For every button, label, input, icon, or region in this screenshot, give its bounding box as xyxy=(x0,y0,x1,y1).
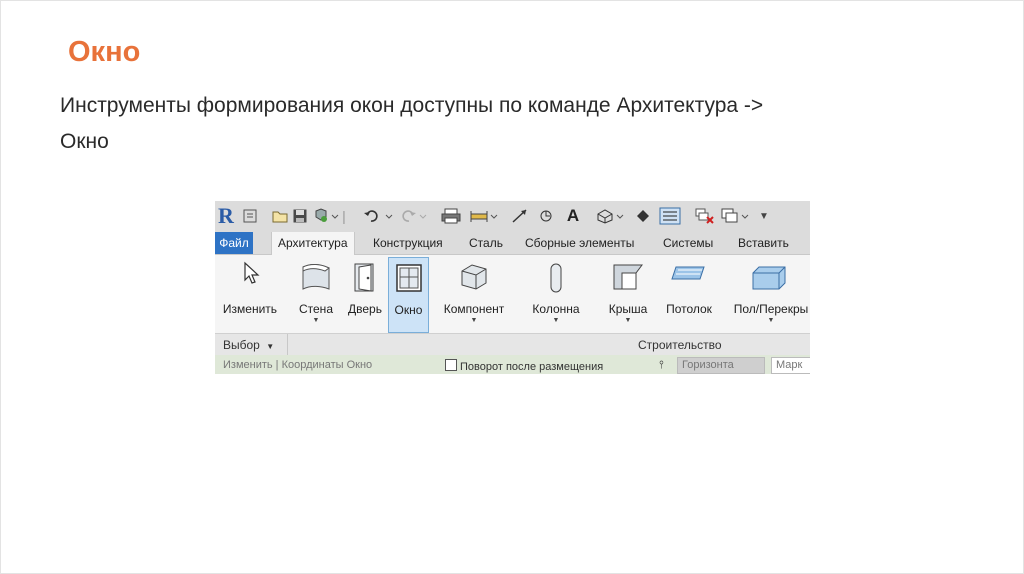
wall-label: Стена xyxy=(298,302,333,316)
tag-value: Марк xyxy=(776,359,803,371)
ceiling-label: Потолок xyxy=(666,302,712,316)
undo-icon[interactable] xyxy=(363,206,393,226)
column-icon xyxy=(550,263,562,293)
rotate-after-placement[interactable]: Поворот после размещения xyxy=(445,359,603,373)
roof-label: Крыша xyxy=(608,302,648,316)
door-icon xyxy=(354,263,374,292)
slide-body: Инструменты формирования окон доступны п… xyxy=(60,88,960,160)
door-button[interactable]: Дверь xyxy=(343,257,387,329)
group-build: Строительство xyxy=(638,338,722,352)
column-button[interactable]: Колонна ▼ xyxy=(523,257,589,329)
rotate-checkbox[interactable] xyxy=(445,359,457,371)
tag-icon[interactable] xyxy=(537,206,555,226)
tab-steel[interactable]: Сталь xyxy=(463,232,509,254)
orientation-dropdown[interactable]: Горизонта xyxy=(677,357,765,374)
measure-icon[interactable] xyxy=(469,206,499,226)
tab-file[interactable]: Файл xyxy=(215,232,253,254)
floor-dropdown-icon[interactable]: ▼ xyxy=(768,317,775,324)
group-select[interactable]: Выбор ▼ xyxy=(223,334,274,356)
orientation-value: Горизонта xyxy=(682,359,734,371)
tab-precast[interactable]: Сборные элементы xyxy=(519,232,640,254)
floor-button[interactable]: Пол/Перекры ▼ xyxy=(729,257,810,329)
section-icon[interactable] xyxy=(635,206,651,226)
tab-architecture[interactable]: Архитектура xyxy=(271,232,355,255)
column-label: Колонна xyxy=(532,302,580,316)
toolbar-separator: | xyxy=(342,208,346,224)
column-dropdown-icon[interactable]: ▼ xyxy=(553,317,560,324)
revit-ribbon-screenshot: R | A ▼ Файл Архитектура Конструкция Ста… xyxy=(215,201,810,374)
tag-dropdown[interactable]: Марк xyxy=(771,357,810,374)
customize-toolbar-icon[interactable]: ▼ xyxy=(757,206,771,226)
chevron-down-icon: ▼ xyxy=(266,342,275,351)
cursor-icon xyxy=(244,261,260,284)
floor-icon xyxy=(752,266,786,290)
3d-view-icon[interactable] xyxy=(595,206,627,226)
component-icon xyxy=(461,264,487,290)
ribbon-group-labels: Выбор ▼ Строительство xyxy=(215,333,810,356)
open-folder-icon[interactable] xyxy=(271,206,289,226)
options-bar: Изменить | Координаты Окно Поворот после… xyxy=(215,355,810,374)
quick-access-toolbar: R | A ▼ xyxy=(215,201,810,232)
wall-button[interactable]: Стена ▼ xyxy=(293,257,339,329)
slide-title: Окно xyxy=(68,36,141,68)
roof-button[interactable]: Крыша ▼ xyxy=(601,257,655,329)
thin-lines-icon[interactable] xyxy=(659,206,681,226)
close-hidden-icon[interactable] xyxy=(695,206,715,226)
text-icon[interactable]: A xyxy=(565,206,581,226)
rotate-checkbox-label: Поворот после размещения xyxy=(460,361,604,373)
body-line-1: Инструменты формирования окон доступны п… xyxy=(60,94,764,117)
print-icon[interactable] xyxy=(441,206,461,226)
door-label: Дверь xyxy=(348,302,382,316)
ceiling-button[interactable]: Потолок xyxy=(659,257,719,329)
component-button[interactable]: Компонент ▼ xyxy=(437,257,511,329)
roof-icon xyxy=(613,264,643,290)
component-dropdown-icon[interactable]: ▼ xyxy=(471,317,478,324)
window-label: Окно xyxy=(394,303,423,317)
ceiling-icon xyxy=(671,266,705,280)
tag-settings-icon[interactable]: ⫯ xyxy=(659,359,664,372)
body-line-2: Окно xyxy=(60,130,109,153)
sync-icon[interactable] xyxy=(313,206,339,226)
tab-insert[interactable]: Вставить xyxy=(732,232,795,254)
aligned-dimension-icon[interactable] xyxy=(511,206,529,226)
component-label: Компонент xyxy=(443,302,505,316)
roof-dropdown-icon[interactable]: ▼ xyxy=(625,317,632,324)
save-icon[interactable] xyxy=(291,206,309,226)
options-context-label: Изменить | Координаты Окно xyxy=(223,359,373,371)
tab-systems[interactable]: Системы xyxy=(657,232,719,254)
modify-label: Изменить xyxy=(222,302,278,316)
group-select-label: Выбор xyxy=(223,338,260,352)
app-logo[interactable]: R xyxy=(218,204,236,228)
ribbon-tabs: Файл Архитектура Конструкция Сталь Сборн… xyxy=(215,232,810,255)
ribbon-panel: Изменить Стена ▼ Дверь Окно Компонент ▼ … xyxy=(215,255,810,333)
tab-structure[interactable]: Конструкция xyxy=(367,232,449,254)
switch-windows-icon[interactable] xyxy=(721,206,753,226)
floor-label: Пол/Перекры xyxy=(733,302,809,316)
modify-button[interactable]: Изменить xyxy=(217,257,283,329)
project-icon[interactable] xyxy=(241,206,259,226)
group-divider xyxy=(287,334,288,356)
window-button[interactable]: Окно xyxy=(388,257,429,333)
wall-icon xyxy=(302,264,330,290)
window-icon xyxy=(395,264,422,292)
wall-dropdown-icon[interactable]: ▼ xyxy=(313,317,320,324)
redo-icon[interactable] xyxy=(399,206,429,226)
